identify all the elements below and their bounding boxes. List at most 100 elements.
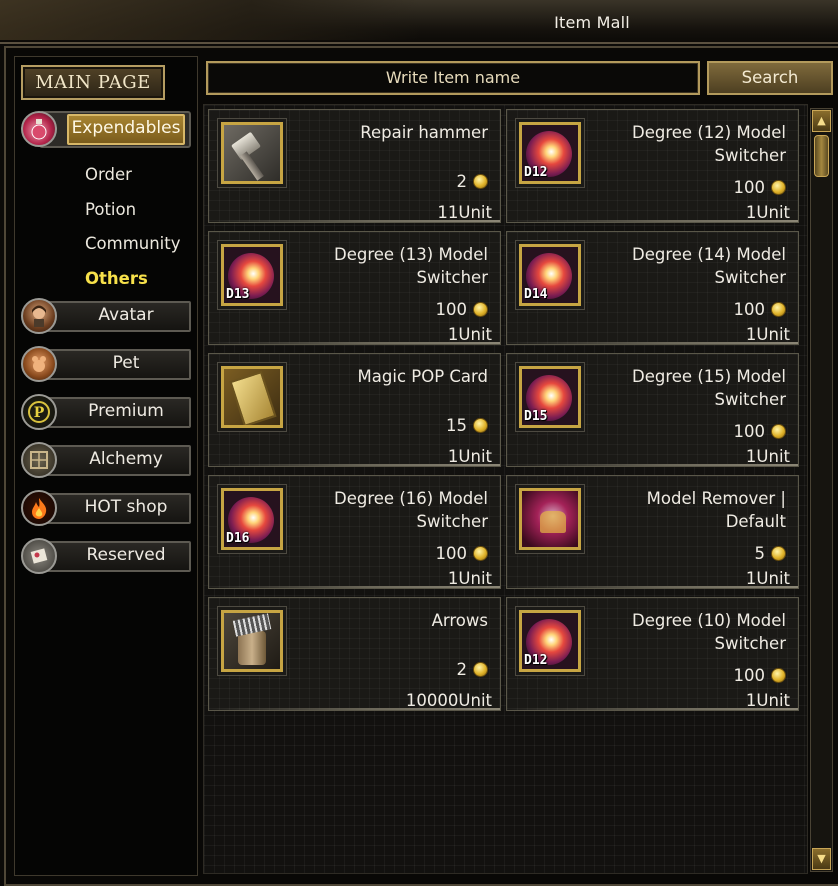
item-name: Model Remover | Default [646, 489, 786, 531]
item-price: 100 [733, 178, 786, 197]
item-divider [209, 220, 500, 222]
item-price: 2 [457, 172, 488, 191]
window-title: Item Mall [554, 13, 630, 32]
item-card[interactable]: Model Remover | Default 5 1Unit [506, 475, 799, 589]
category-label: Reserved [86, 545, 166, 565]
item-card[interactable]: Arrows 2 10000Unit [208, 597, 501, 711]
item-divider [507, 586, 798, 588]
model-switcher-icon: D12 [519, 610, 581, 672]
item-price-value: 5 [754, 544, 766, 563]
item-name: Degree (13) Model Switcher [334, 245, 488, 287]
item-icon-frame: D14 [515, 240, 585, 310]
search-button[interactable]: Search [707, 61, 833, 95]
category-reserved[interactable]: Reserved [19, 536, 191, 576]
model-switcher-icon: D13 [221, 244, 283, 306]
magic-pop-card-icon [221, 366, 283, 428]
item-divider [507, 342, 798, 344]
item-divider [209, 586, 500, 588]
scrollbar-thumb[interactable] [814, 135, 829, 177]
coin-icon [473, 174, 488, 189]
item-badge: D12 [524, 653, 548, 668]
item-divider [507, 464, 798, 466]
item-badge: D16 [226, 531, 250, 546]
item-badge: D14 [524, 287, 548, 302]
category-avatar[interactable]: Avatar [19, 296, 191, 336]
repair-hammer-icon [221, 122, 283, 184]
subcategory-order[interactable]: Order [85, 163, 181, 198]
item-price-value: 100 [733, 300, 766, 319]
item-badge: D13 [226, 287, 250, 302]
coin-icon [771, 424, 786, 439]
category-expendables[interactable]: Expendables [19, 109, 191, 149]
sidebar: MAIN PAGE Expendables Order Potion Commu… [14, 56, 198, 876]
search-input[interactable]: Write Item name [206, 61, 700, 95]
scroll-down-icon[interactable]: ▼ [812, 848, 831, 870]
scrollbar[interactable]: ▲ ▼ [810, 108, 833, 872]
scroll-up-icon[interactable]: ▲ [812, 110, 831, 132]
item-price-value: 100 [733, 666, 766, 685]
item-card[interactable]: D15 Degree (15) Model Switcher 100 1Unit [506, 353, 799, 467]
category-label: Expendables [71, 118, 181, 138]
subcategory-potion[interactable]: Potion [85, 198, 181, 233]
category-label: HOT shop [84, 497, 168, 517]
title-bar: Item Mall [0, 0, 838, 44]
coin-icon [771, 180, 786, 195]
item-card[interactable]: D12 Degree (12) Model Switcher 100 1Unit [506, 109, 799, 223]
coin-icon [473, 546, 488, 561]
fire-icon [21, 490, 57, 526]
item-icon-frame [217, 606, 287, 676]
model-switcher-icon: D16 [221, 488, 283, 550]
item-price: 5 [754, 544, 786, 563]
model-switcher-icon: D14 [519, 244, 581, 306]
coin-icon [473, 302, 488, 317]
reserved-icon [21, 538, 57, 574]
model-switcher-icon: D15 [519, 366, 581, 428]
alchemy-icon [21, 442, 57, 478]
category-pet[interactable]: Pet [19, 344, 191, 384]
avatar-icon [21, 298, 57, 334]
item-price-value: 100 [435, 544, 468, 563]
item-name: Degree (16) Model Switcher [334, 489, 488, 531]
item-divider [507, 708, 798, 710]
svg-text:P: P [34, 405, 45, 421]
main-page-button[interactable]: MAIN PAGE [21, 65, 165, 100]
coin-icon [771, 302, 786, 317]
item-name: Degree (14) Model Switcher [632, 245, 786, 287]
item-price-value: 100 [733, 178, 766, 197]
item-divider [209, 708, 500, 710]
item-icon-frame [217, 118, 287, 188]
subcategory-list: Order Potion Community Others [85, 163, 181, 301]
item-price: 100 [733, 666, 786, 685]
arrows-icon [221, 610, 283, 672]
item-grid: Repair hammer 2 11Unit D12 Degree (12) M… [203, 104, 808, 874]
item-badge: D15 [524, 409, 548, 424]
item-card[interactable]: D13 Degree (13) Model Switcher 100 1Unit [208, 231, 501, 345]
category-hot-shop[interactable]: HOT shop [19, 488, 191, 528]
premium-icon: P [21, 394, 57, 430]
item-name: Degree (15) Model Switcher [632, 367, 786, 409]
pet-icon [21, 346, 57, 382]
item-card[interactable]: D14 Degree (14) Model Switcher 100 1Unit [506, 231, 799, 345]
category-alchemy[interactable]: Alchemy [19, 440, 191, 480]
item-badge: D12 [524, 165, 548, 180]
item-card[interactable]: Repair hammer 2 11Unit [208, 109, 501, 223]
item-name: Degree (12) Model Switcher [632, 123, 786, 165]
item-icon-frame: D15 [515, 362, 585, 432]
item-price-value: 15 [446, 416, 467, 435]
item-price: 100 [734, 422, 786, 441]
subcategory-community[interactable]: Community [85, 232, 181, 267]
model-remover-icon [519, 488, 581, 550]
coin-icon [473, 662, 488, 677]
coin-icon [771, 546, 786, 561]
item-card[interactable]: Magic POP Card 15 1Unit [208, 353, 501, 467]
item-icon-frame [217, 362, 287, 432]
item-price: 15 [446, 416, 488, 435]
item-price: 100 [733, 300, 786, 319]
category-premium[interactable]: P Premium [19, 392, 191, 432]
category-label: Pet [112, 353, 140, 373]
item-card[interactable]: D16 Degree (16) Model Switcher 100 1Unit [208, 475, 501, 589]
item-name: Arrows [431, 611, 488, 630]
item-icon-frame: D12 [515, 606, 585, 676]
item-card[interactable]: D12 Degree (10) Model Switcher 100 1Unit [506, 597, 799, 711]
item-icon-frame: D12 [515, 118, 585, 188]
